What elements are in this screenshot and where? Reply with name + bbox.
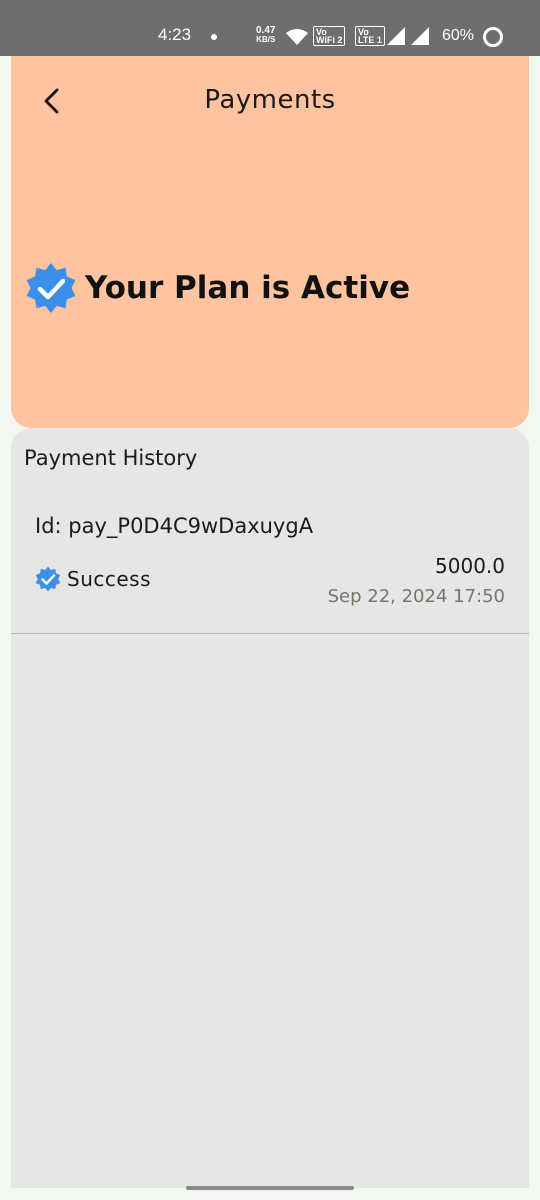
verified-badge-icon [35,566,61,592]
plan-status-text: Your Plan is Active [85,270,411,306]
battery-icon [483,27,503,47]
wifi-icon [286,29,308,45]
verified-badge-icon [26,263,76,313]
payment-history-panel: Payment History Id: pay_P0D4C9wDaxuygA S… [11,428,529,1188]
page-title: Payments [204,85,336,115]
network-speed: 0.47 KB/S [256,25,276,45]
status-time: 4:23 [158,25,192,44]
battery-level: 60% [442,27,475,44]
network-speed-unit: KB/S [256,35,276,44]
signal-strength-icon [411,27,429,45]
payment-status-text: Success [67,567,152,591]
payment-id: Id: pay_P0D4C9wDaxuygA [35,514,314,538]
notification-dot-icon [211,34,217,40]
payment-status: Success [35,566,151,592]
plan-status: Your Plan is Active [25,262,410,314]
home-indicator[interactable] [186,1186,354,1190]
payment-amount: 5000.0 [435,554,505,578]
plan-header-card: Payments Your Plan is Active [11,56,529,428]
signal-strength-icon [387,27,405,45]
network-speed-value: 0.47 [256,25,276,36]
volte-icon: Vo LTE 1 [355,26,385,46]
payment-history-title: Payment History [24,446,198,470]
payment-date: Sep 22, 2024 17:50 [327,586,505,607]
payment-list-item[interactable]: Id: pay_P0D4C9wDaxuygA Success 5000.0 Se… [11,492,529,634]
vowifi-icon: Vo WiFi 2 [313,26,346,46]
status-bar: 4:23 0.47 KB/S Vo WiFi 2 Vo LTE 1 60% [0,0,540,56]
